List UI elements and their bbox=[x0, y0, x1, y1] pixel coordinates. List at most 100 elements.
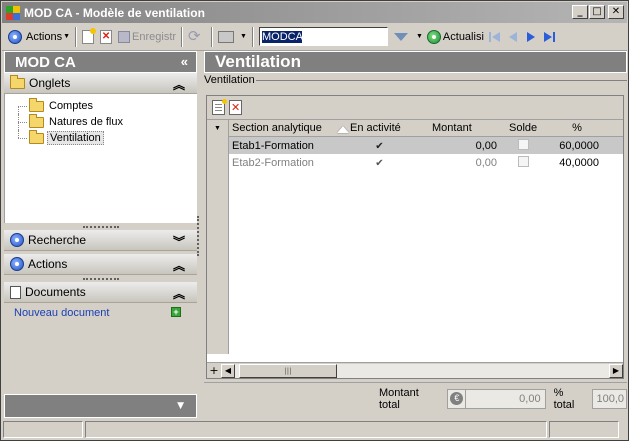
refresh-button[interactable]: Actualisi bbox=[425, 26, 486, 48]
maximize-button[interactable]: □ bbox=[589, 5, 605, 19]
expand-down-icon[interactable]: ︾ bbox=[173, 233, 185, 250]
title-bar: MOD CA - Modèle de ventilation _ □ ✕ bbox=[2, 2, 627, 23]
euro-icon: € bbox=[448, 389, 467, 408]
right-panel: Ventilation Ventilation ▼ Section analyt… bbox=[204, 51, 627, 418]
document-icon bbox=[10, 285, 21, 299]
delete-record-button[interactable]: ✕ bbox=[98, 26, 116, 48]
chevron-down-icon[interactable]: ▼ bbox=[177, 401, 184, 411]
scrollbar-thumb[interactable]: ||| bbox=[239, 363, 337, 378]
tree-item-ventilation[interactable]: Ventilation bbox=[5, 129, 197, 146]
first-record-button[interactable] bbox=[486, 26, 504, 48]
actions-menu-label: Actions bbox=[26, 30, 63, 43]
left-panel: MOD CA « Onglets ︽ Comptes Natures de fl… bbox=[4, 51, 197, 418]
cell-section[interactable]: Etab2-Formation bbox=[229, 157, 347, 169]
cell-montant[interactable]: 0,00 bbox=[429, 140, 501, 152]
table-row[interactable]: Etab2-Formation ✔ 0,00 40,0000 bbox=[207, 154, 623, 171]
horizontal-scrollbar[interactable]: + ◀ ||| ▶ bbox=[207, 362, 623, 378]
cell-active[interactable]: ✔ bbox=[347, 157, 429, 169]
previous-arrow-icon bbox=[508, 31, 517, 42]
section-onglets-label: Onglets bbox=[29, 76, 71, 90]
column-header-active[interactable]: En activité bbox=[347, 122, 429, 134]
next-record-button[interactable] bbox=[522, 26, 540, 48]
delete-row-icon[interactable] bbox=[229, 100, 242, 115]
solde-checkbox[interactable] bbox=[517, 138, 529, 150]
scroll-right-icon[interactable]: ▶ bbox=[609, 363, 623, 378]
add-icon[interactable]: + bbox=[171, 307, 181, 317]
section-onglets[interactable]: Onglets ︽ bbox=[4, 73, 197, 94]
save-button[interactable]: Enregistr bbox=[116, 26, 178, 48]
cell-section[interactable]: Etab1-Formation bbox=[229, 140, 347, 152]
chevron-down-icon: ▼ bbox=[63, 33, 71, 40]
tree-item-natures-de-flux[interactable]: Natures de flux bbox=[5, 113, 197, 130]
total-pct-label: % total bbox=[553, 386, 575, 411]
minimize-button[interactable]: _ bbox=[572, 5, 588, 19]
section-actions[interactable]: Actions ︽ bbox=[4, 254, 197, 275]
search-input[interactable] bbox=[261, 30, 302, 43]
search-input-box[interactable] bbox=[258, 27, 388, 46]
row-selector[interactable] bbox=[207, 137, 229, 154]
print-button[interactable]: ▼ bbox=[216, 26, 249, 48]
totals-bar: Montant total € 0,00 % total 100,0 bbox=[204, 382, 627, 414]
column-header-label: Section analytique bbox=[232, 122, 322, 134]
collapse-panel-icon[interactable]: « bbox=[181, 54, 188, 69]
table-row[interactable]: Etab1-Formation ✔ 0,00 60,0000 bbox=[207, 137, 623, 154]
sync-button[interactable]: ⟳ bbox=[186, 26, 208, 48]
previous-record-button[interactable] bbox=[504, 26, 522, 48]
first-arrow-icon bbox=[488, 31, 500, 42]
refresh-label: Actualisi bbox=[442, 30, 484, 43]
add-row-plus-icon[interactable]: + bbox=[207, 363, 221, 378]
main-toolbar: Actions ▼ ✕ Enregistr ⟳ ▼ MODCA ▼ Actual… bbox=[2, 23, 627, 51]
record-title: MOD CA bbox=[15, 53, 76, 71]
save-icon bbox=[118, 30, 131, 43]
close-button[interactable]: ✕ bbox=[608, 5, 624, 19]
scroll-left-icon[interactable]: ◀ bbox=[221, 363, 235, 378]
delete-icon: ✕ bbox=[100, 29, 113, 44]
new-document-icon bbox=[82, 27, 97, 44]
new-document-link[interactable]: Nouveau document + bbox=[4, 303, 197, 323]
collapse-up-icon[interactable]: ︽ bbox=[173, 76, 185, 93]
cell-montant[interactable]: 0,00 bbox=[429, 157, 501, 169]
vertical-splitter[interactable] bbox=[197, 216, 201, 256]
total-amount-value: 0,00 bbox=[519, 392, 541, 405]
ventilation-grid: ▼ Section analytique En activité Montant… bbox=[206, 95, 624, 379]
filter-icon bbox=[393, 32, 408, 41]
last-record-button[interactable] bbox=[540, 26, 558, 48]
status-cell bbox=[549, 421, 619, 438]
column-header-montant[interactable]: Montant bbox=[429, 122, 501, 134]
cell-pct[interactable]: 60,0000 bbox=[545, 140, 609, 152]
row-selector-header[interactable]: ▼ bbox=[207, 119, 229, 137]
collapse-up-icon[interactable]: ︽ bbox=[173, 257, 185, 274]
new-record-button[interactable] bbox=[80, 26, 98, 48]
collapse-up-icon[interactable]: ︽ bbox=[173, 285, 185, 302]
grid-table: ▼ Section analytique En activité Montant… bbox=[207, 119, 623, 171]
cell-solde[interactable] bbox=[501, 138, 545, 153]
tree-item-label: Natures de flux bbox=[49, 116, 123, 128]
solde-checkbox[interactable] bbox=[517, 155, 529, 167]
last-arrow-icon bbox=[543, 31, 555, 42]
column-header-solde[interactable]: Solde bbox=[501, 122, 545, 134]
cell-solde[interactable] bbox=[501, 155, 545, 170]
section-recherche-label: Recherche bbox=[28, 233, 87, 247]
tree-item-label: Comptes bbox=[49, 100, 94, 112]
actions-menu-button[interactable]: Actions ▼ bbox=[6, 26, 72, 48]
column-header-pct[interactable]: % bbox=[545, 122, 609, 134]
page-title: Ventilation bbox=[215, 52, 301, 71]
horizontal-splitter[interactable] bbox=[4, 275, 197, 282]
group-box-title: Ventilation bbox=[204, 74, 255, 86]
tree-item-comptes[interactable]: Comptes bbox=[5, 97, 197, 114]
folder-icon bbox=[29, 113, 44, 128]
section-recherche[interactable]: Recherche ︾ bbox=[4, 230, 197, 251]
row-selector[interactable] bbox=[207, 154, 229, 171]
section-documents[interactable]: Documents ︽ bbox=[4, 282, 197, 303]
status-cell bbox=[85, 421, 547, 438]
add-row-icon[interactable] bbox=[212, 99, 227, 115]
horizontal-splitter[interactable] bbox=[4, 223, 197, 230]
folder-icon bbox=[29, 97, 44, 112]
search-icon bbox=[10, 233, 24, 247]
left-panel-footer: ▼ bbox=[4, 394, 197, 418]
filter-button[interactable]: ▼ bbox=[392, 26, 425, 48]
right-panel-header: Ventilation bbox=[204, 51, 627, 73]
cell-active[interactable]: ✔ bbox=[347, 140, 429, 152]
column-header-section[interactable]: Section analytique bbox=[229, 122, 349, 134]
cell-pct[interactable]: 40,0000 bbox=[545, 157, 609, 169]
